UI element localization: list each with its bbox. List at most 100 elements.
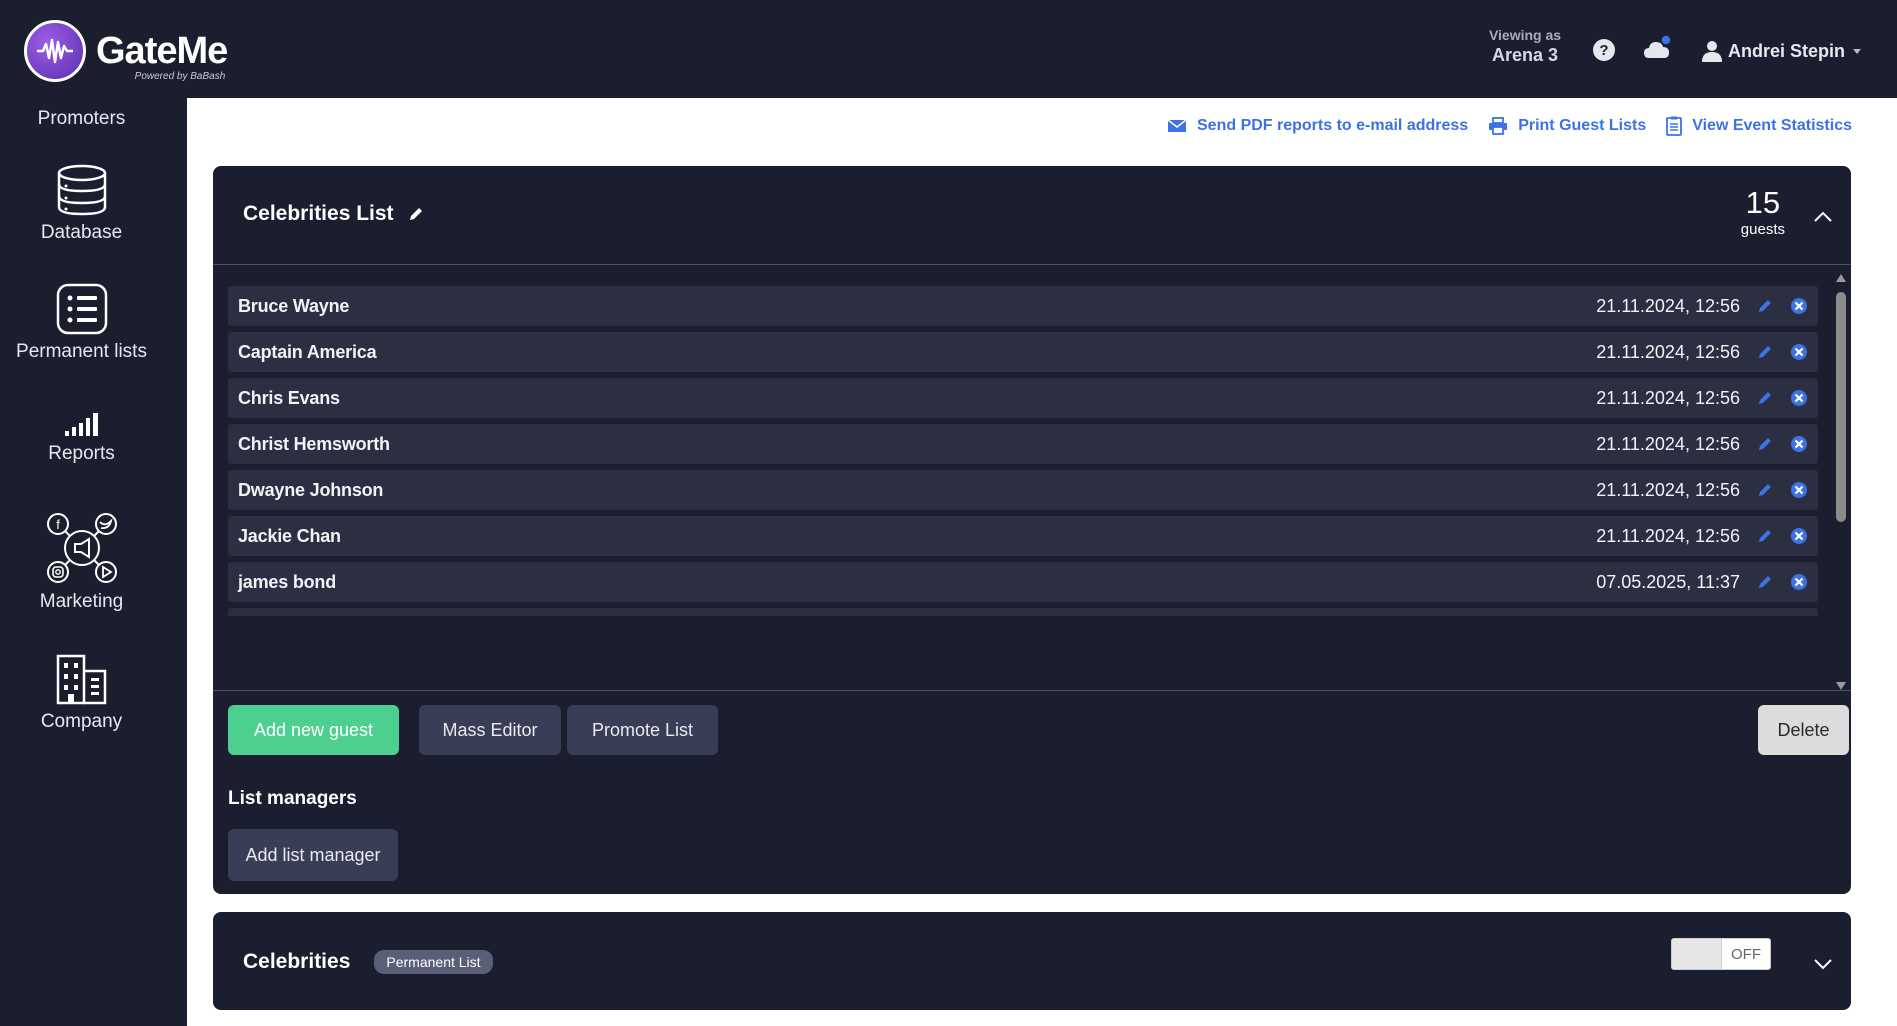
- guest-row[interactable]: Bruce Wayne 21.11.2024, 12:56: [228, 286, 1818, 326]
- guest-row[interactable]: Captain America 21.11.2024, 12:56: [228, 332, 1818, 372]
- remove-guest-x-icon[interactable]: [1790, 527, 1808, 545]
- collapse-chevron-up-icon[interactable]: [1812, 206, 1834, 228]
- delete-list-button[interactable]: Delete: [1758, 705, 1849, 755]
- guest-name: Christ Hemsworth: [238, 433, 390, 454]
- venue-selector[interactable]: Viewing as Arena 3: [1470, 27, 1580, 66]
- guest-count: 15 guests: [1740, 185, 1785, 239]
- guest-list-header[interactable]: Celebrities List 15 guests: [213, 166, 1851, 264]
- guest-date: 21.11.2024, 12:56: [1596, 295, 1740, 316]
- remove-guest-x-icon[interactable]: [1790, 573, 1808, 591]
- edit-guest-pencil-icon[interactable]: [1756, 343, 1774, 361]
- building-icon: [56, 654, 106, 705]
- user-menu[interactable]: Andrei Stepin: [1702, 40, 1862, 62]
- guest-count-label: guests: [1740, 221, 1785, 238]
- edit-guest-pencil-icon[interactable]: [1756, 481, 1774, 499]
- permanent-list-panel[interactable]: Celebrities Permanent List OFF: [213, 912, 1851, 1010]
- user-icon: [1702, 41, 1722, 62]
- add-list-manager-button[interactable]: Add list manager: [228, 829, 398, 881]
- guest-date: 21.11.2024, 12:56: [1596, 387, 1740, 408]
- sidebar-item-label: Company: [40, 711, 123, 732]
- chevron-down-icon: [1853, 48, 1862, 54]
- guest-row[interactable]: Chris Evans 21.11.2024, 12:56: [228, 378, 1818, 418]
- guest-date: 21.11.2024, 12:56: [1596, 525, 1740, 546]
- user-name: Andrei Stepin: [1728, 40, 1846, 61]
- edit-guest-pencil-icon[interactable]: [1756, 389, 1774, 407]
- list-icon: [56, 283, 107, 335]
- guest-name: Captain America: [238, 341, 377, 362]
- guest-row[interactable]: Christ Hemsworth 21.11.2024, 12:56: [228, 424, 1818, 464]
- guest-name: Chris Evans: [238, 387, 340, 408]
- printer-icon: [1489, 117, 1508, 135]
- toggle-state: OFF: [1731, 945, 1761, 963]
- guest-name: Bruce Wayne: [238, 295, 350, 316]
- clipboard-icon: [1666, 116, 1683, 136]
- guest-rows: Bruce Wayne 21.11.2024, 12:56 Captain Amer…: [228, 286, 1818, 616]
- edit-title-icon[interactable]: [408, 206, 424, 222]
- guest-name: Jackie Chan: [238, 525, 341, 546]
- view-statistics-link[interactable]: View Event Statistics: [1666, 116, 1852, 136]
- edit-guest-pencil-icon[interactable]: [1756, 527, 1774, 545]
- add-guest-button[interactable]: Add new guest: [228, 705, 399, 755]
- expand-chevron-down-icon[interactable]: [1812, 952, 1834, 974]
- list-title: Celebrities List: [243, 202, 394, 225]
- send-pdf-label: Send PDF reports to e-mail address: [1197, 117, 1469, 134]
- permanent-list-title: Celebrities: [243, 950, 351, 973]
- sidebar-item-label: Permanent lists: [16, 341, 147, 362]
- remove-guest-x-icon[interactable]: [1790, 481, 1808, 499]
- viewing-label: Viewing as: [1488, 27, 1562, 43]
- sidebar-item-database[interactable]: Database: [0, 164, 163, 244]
- permanent-list-toggle[interactable]: OFF: [1671, 938, 1771, 970]
- help-icon[interactable]: ?: [1592, 38, 1616, 62]
- guest-list-scrollbar[interactable]: [1834, 270, 1848, 692]
- mass-editor-button[interactable]: Mass Editor: [419, 705, 561, 755]
- sidebar-item-promoters[interactable]: Promoters: [0, 108, 163, 130]
- event-actions: Send PDF reports to e-mail address Print…: [1147, 116, 1852, 136]
- edit-guest-pencil-icon[interactable]: [1756, 297, 1774, 315]
- edit-guest-pencil-icon[interactable]: [1756, 435, 1774, 453]
- guest-row[interactable]: james bond 07.05.2025, 11:37: [228, 562, 1818, 602]
- print-label: Print Guest Lists: [1518, 117, 1647, 134]
- sidebar-item-reports[interactable]: Reports: [0, 411, 163, 465]
- scroll-down-arrow[interactable]: [1836, 682, 1846, 690]
- guest-list-panel: Celebrities List 15 guests Bruce Wayne 21…: [213, 166, 1851, 894]
- guest-row[interactable]: Dwayne Johnson 21.11.2024, 12:56: [228, 470, 1818, 510]
- remove-guest-x-icon[interactable]: [1790, 389, 1808, 407]
- scroll-thumb[interactable]: [1836, 292, 1846, 522]
- sidebar-item-label: Promoters: [37, 108, 126, 129]
- sidebar-item-marketing[interactable]: f Marketing: [0, 511, 163, 613]
- remove-guest-x-icon[interactable]: [1790, 297, 1808, 315]
- list-managers-title: List managers: [228, 788, 357, 809]
- guest-date: 21.11.2024, 12:56: [1596, 433, 1740, 454]
- guest-row[interactable]: Jackie Chan 21.11.2024, 12:56: [228, 516, 1818, 556]
- database-icon: [57, 164, 106, 216]
- brand-tagline: Powered by BaBash: [134, 71, 226, 82]
- guest-count-number: 15: [1745, 185, 1781, 220]
- viewing-value: Arena 3: [1491, 45, 1559, 65]
- guest-name: james bond: [238, 571, 337, 592]
- edit-guest-pencil-icon[interactable]: [1756, 573, 1774, 591]
- sidebar-item-company[interactable]: Company: [0, 653, 163, 733]
- print-guest-lists-link[interactable]: Print Guest Lists: [1488, 117, 1646, 135]
- bar-chart-icon: [64, 413, 98, 436]
- guest-date: 21.11.2024, 12:56: [1596, 479, 1740, 500]
- guest-date: 21.11.2024, 12:56: [1596, 341, 1740, 362]
- send-pdf-link[interactable]: Send PDF reports to e-mail address: [1167, 117, 1468, 135]
- remove-guest-x-icon[interactable]: [1790, 435, 1808, 453]
- sidebar: Promoters Database Permanent lists Repor…: [0, 98, 163, 1026]
- statistics-label: View Event Statistics: [1692, 117, 1852, 134]
- main-content: Send PDF reports to e-mail address Print…: [187, 98, 1897, 1026]
- scroll-up-arrow[interactable]: [1836, 274, 1846, 282]
- sidebar-item-permanent-lists[interactable]: Permanent lists: [0, 283, 163, 363]
- guest-date: 07.05.2025, 11:37: [1596, 571, 1740, 592]
- envelope-icon: [1167, 119, 1187, 132]
- logo[interactable]: GateMe Powered by BaBash: [24, 20, 228, 82]
- marketing-icon: f: [46, 513, 117, 583]
- notifications-cloud-icon[interactable]: [1643, 34, 1673, 62]
- promote-list-button[interactable]: Promote List: [567, 705, 718, 755]
- sidebar-item-label: Reports: [48, 443, 115, 464]
- remove-guest-x-icon[interactable]: [1790, 343, 1808, 361]
- guest-name: Dwayne Johnson: [238, 479, 384, 500]
- guest-row[interactable]: james james07.05.2025, 11:37: [228, 608, 1818, 616]
- toggle-knob: [1672, 939, 1722, 969]
- svg-text:?: ?: [1599, 42, 1608, 59]
